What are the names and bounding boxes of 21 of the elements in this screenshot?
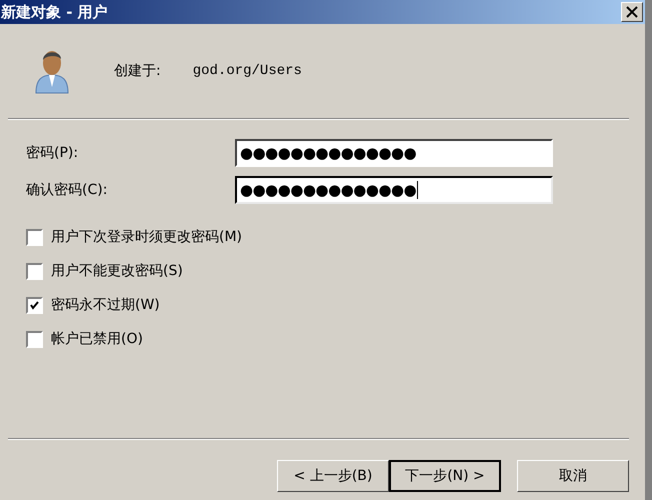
checkbox-label: 帐户已禁用(O) bbox=[51, 330, 143, 348]
created-in-label: 创建于: bbox=[114, 62, 161, 80]
checkmark-icon bbox=[30, 300, 39, 310]
password-field[interactable]: ●●●●●●●●●●●●●● bbox=[235, 139, 553, 167]
window-title: 新建对象 - 用户 bbox=[1, 2, 108, 22]
close-icon bbox=[625, 5, 639, 19]
field-label: 密码(P): bbox=[25, 144, 80, 162]
checkbox[interactable] bbox=[26, 228, 43, 246]
field-label: 确认密码(C): bbox=[25, 181, 108, 199]
checkbox-label: 用户下次登录时须更改密码(M) bbox=[51, 228, 242, 246]
close-button[interactable] bbox=[621, 2, 643, 22]
password-field[interactable]: ●●●●●●●●●●●●●● bbox=[235, 176, 553, 204]
checkbox-label: 用户不能更改密码(S) bbox=[51, 262, 183, 280]
dialog-button[interactable]: 取消 bbox=[517, 460, 629, 492]
checkbox[interactable] bbox=[26, 262, 43, 280]
container-path: god.org/Users bbox=[192, 63, 302, 79]
dialog-button[interactable]: < 上一步(B) bbox=[277, 460, 389, 492]
dialog-button[interactable]: 下一步(N) > bbox=[389, 460, 501, 492]
checkbox[interactable] bbox=[26, 330, 43, 348]
checkbox[interactable] bbox=[26, 296, 43, 314]
checkbox-label: 密码永不过期(W) bbox=[51, 296, 160, 314]
